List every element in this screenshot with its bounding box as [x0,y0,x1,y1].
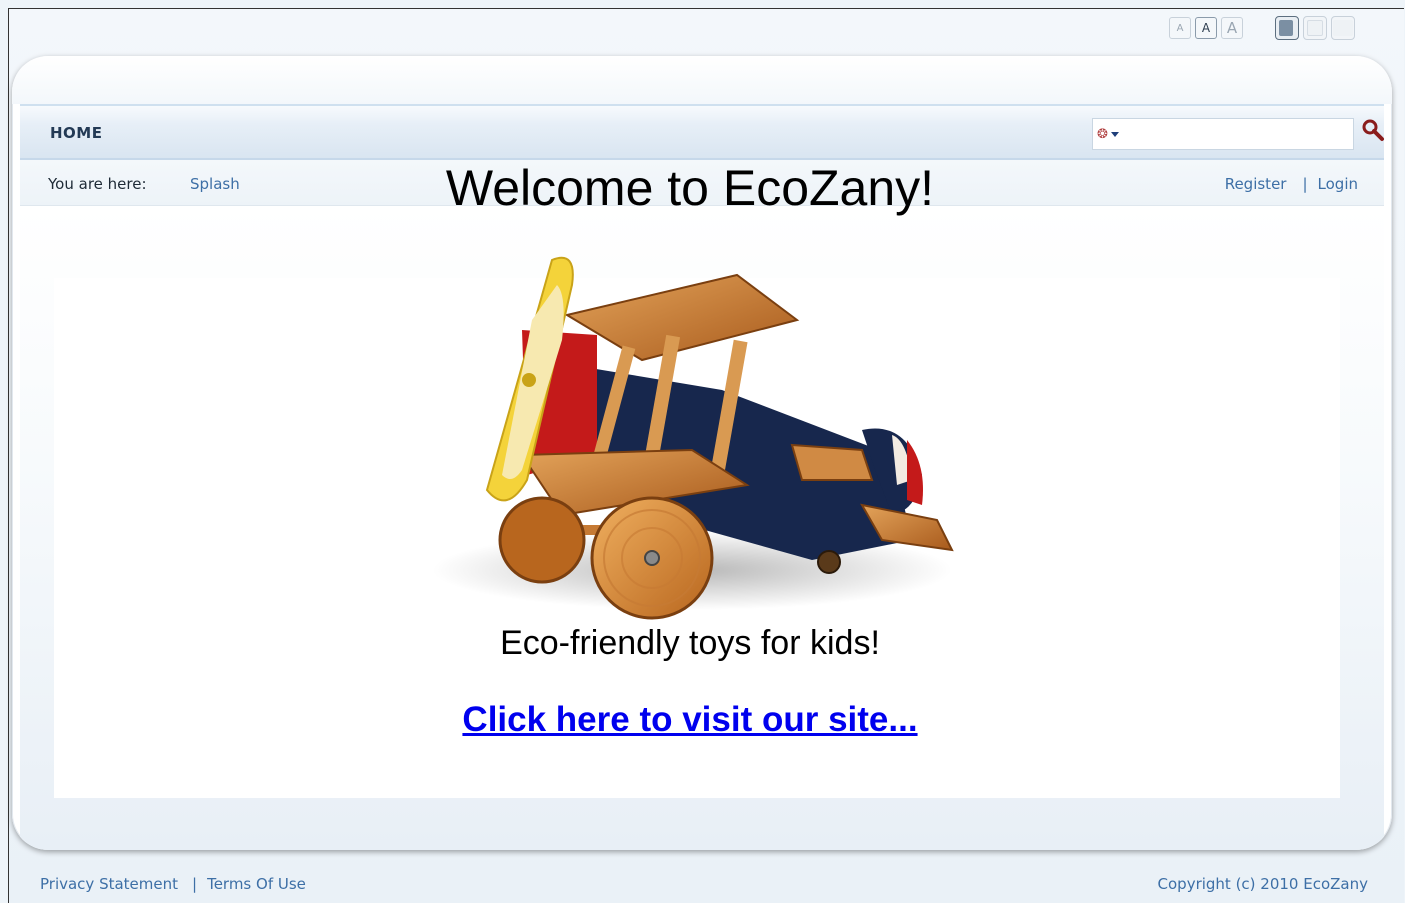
full-width-layout-button[interactable] [1331,16,1355,40]
terms-of-use-link[interactable]: Terms Of Use [207,875,306,893]
search-input[interactable] [1139,122,1351,148]
nav-bar: HOME ❂ [20,104,1384,160]
fluid-width-layout-button[interactable] [1303,16,1327,40]
toy-biplane-image [392,240,982,625]
search-engine-dropdown[interactable]: ❂ [1097,125,1137,143]
font-size-large-button[interactable]: A [1221,17,1243,39]
display-controls: A A A [1169,16,1355,40]
footer-links: Privacy Statement | Terms Of Use [40,875,306,893]
tagline: Eco-friendly toys for kids! [500,624,880,662]
chevron-down-icon [1110,131,1119,137]
search-box: ❂ [1092,118,1354,150]
welcome-heading: Welcome to EcoZany! [445,160,935,216]
search-button[interactable] [1360,118,1386,144]
privacy-statement-link[interactable]: Privacy Statement [40,875,178,893]
site-search-engine-icon: ❂ [1097,126,1108,142]
font-size-small-button[interactable]: A [1169,17,1191,39]
header-area [12,56,1392,104]
copyright: Copyright (c) 2010 EcoZany [1157,875,1368,893]
visit-site-link[interactable]: Click here to visit our site... [0,698,1380,742]
nav-item-home[interactable]: HOME [50,124,102,142]
fixed-width-layout-button[interactable] [1275,16,1299,40]
search-icon [1362,119,1384,141]
footer-separator: | [192,875,198,893]
font-size-medium-button[interactable]: A [1195,17,1217,39]
